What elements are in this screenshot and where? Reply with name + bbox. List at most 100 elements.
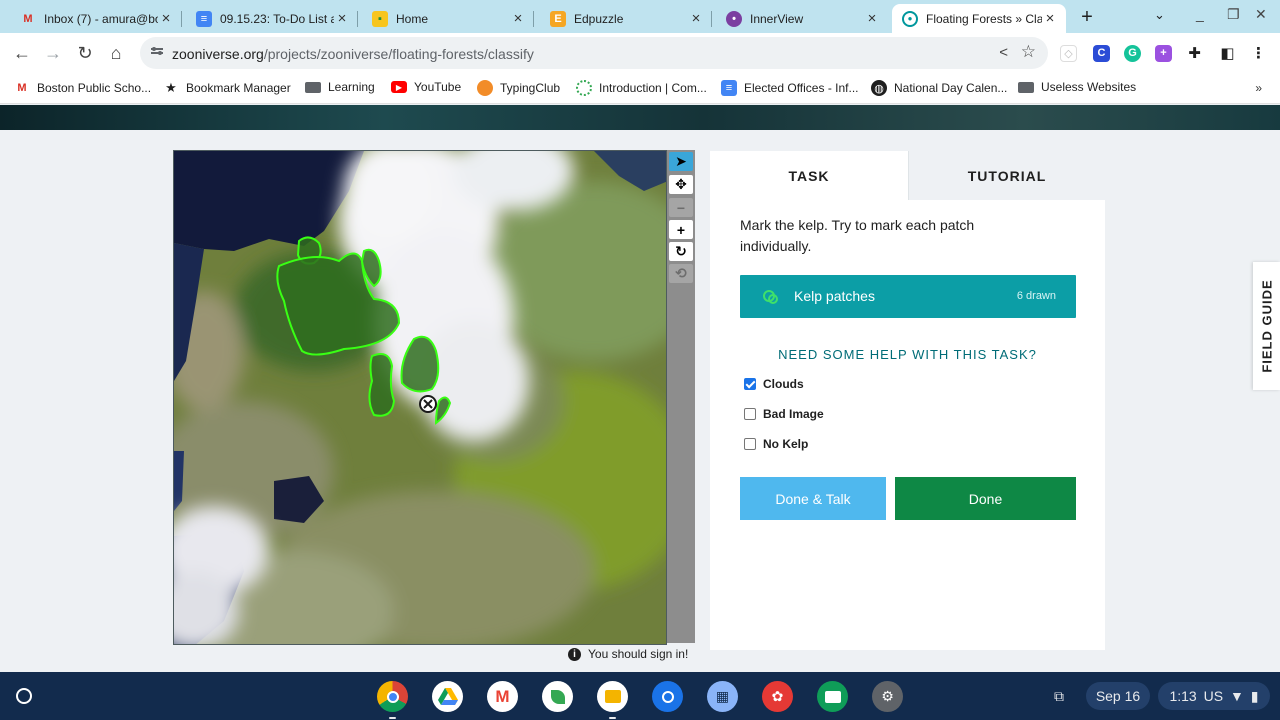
delete-mark-icon[interactable] [419,395,437,413]
no-kelp-checkbox[interactable]: No Kelp [744,437,808,451]
extension-tm-icon[interactable]: + [1155,45,1172,62]
reload-icon[interactable]: ↻ [73,41,97,65]
bookmarks-overflow-icon[interactable]: » [1255,81,1262,95]
bad-image-checkbox[interactable]: Bad Image [744,407,824,421]
clouds-checkbox[interactable]: Clouds [744,377,804,391]
forms-icon[interactable] [817,681,848,712]
drive-icon[interactable] [432,681,463,712]
share-icon[interactable]: < [999,44,1008,61]
image-toolbar: ➤ ✥ − + ↻ ⟲ [667,150,695,643]
tab-edpuzzle[interactable]: E Edpuzzle × [540,4,712,33]
kelp-patch-4[interactable] [368,353,396,417]
tab-separator [711,11,712,27]
folder-icon [305,81,321,93]
tab-separator [181,11,182,27]
checkbox-unchecked[interactable] [744,438,756,450]
header-banner [0,105,1280,130]
kelp-drawn-count: 6 drawn [1016,290,1056,302]
tab-separator [533,11,534,27]
bookmark-star-icon[interactable]: ☆ [1021,42,1036,62]
tab-title: Edpuzzle [574,11,624,26]
bookmark-item[interactable]: ◍ National Day Calen... [871,80,1007,96]
extension-c-icon[interactable]: C [1093,45,1110,62]
info-icon: i [568,647,581,661]
new-tab-button[interactable]: + [1076,6,1098,29]
chevron-down-icon[interactable]: ⌄ [1154,7,1165,23]
globe-icon: ◍ [871,80,887,96]
close-icon[interactable]: × [158,10,174,27]
checkbox-checked[interactable] [744,378,756,390]
docs-icon: ≡ [196,10,212,27]
subject-canvas[interactable] [174,151,667,645]
docs-icon: ≡ [721,80,737,96]
paint-icon[interactable]: ✿ [762,681,793,712]
kelp-tool-icon [763,290,778,304]
classroom-icon[interactable] [542,681,573,712]
youtube-icon: ▶ [391,81,407,93]
wifi-icon: ▼ [1230,688,1244,704]
folder-icon [1018,81,1034,93]
minimize-icon[interactable]: _ [1196,6,1204,22]
site-info-icon[interactable] [150,45,164,59]
zoom-out-icon[interactable]: − [669,198,693,217]
browser-toolbar: ← → ↻ ⌂ zooniverse.org/projects/zooniver… [0,33,1280,73]
address-bar[interactable]: zooniverse.org/projects/zooniverse/float… [140,37,1048,69]
tote-icon[interactable]: ⧉ [1044,682,1074,710]
chrome-icon[interactable] [377,681,408,719]
tab-docs[interactable]: ≡ 09.15.23: To-Do List a × [186,4,358,33]
bookmark-item[interactable]: TypingClub [477,80,560,96]
bookmark-item[interactable]: ▶ YouTube [391,80,461,94]
reset-icon[interactable]: ⟲ [669,264,693,283]
bookmark-item[interactable]: Useless Websites [1018,80,1136,94]
typingclub-icon [477,80,493,96]
shield-icon[interactable]: ◇ [1060,45,1077,62]
close-window-icon[interactable]: ✕ [1255,6,1267,23]
slides-icon[interactable] [597,681,628,719]
side-panel-icon[interactable]: ◧ [1219,45,1236,62]
status-tray[interactable]: 1:13 US ▼ ▮ [1158,682,1270,710]
field-guide-tab[interactable]: FIELD GUIDE [1253,262,1280,390]
bookmark-item[interactable]: Learning [305,80,375,94]
classroom-icon: ▪ [372,10,388,27]
move-icon[interactable]: ✥ [669,175,693,194]
checkbox-unchecked[interactable] [744,408,756,420]
zoom-in-icon[interactable]: + [669,220,693,239]
camera-icon[interactable] [652,681,683,712]
tab-gmail[interactable]: M Inbox (7) - amura@bo × [10,4,182,33]
bookmark-item[interactable]: ≡ Elected Offices - Inf... [721,80,859,96]
bookmark-item[interactable]: ★ Bookmark Manager [163,80,291,96]
pointer-icon[interactable]: ➤ [669,152,693,171]
close-icon[interactable]: × [510,10,526,27]
tab-tutorial[interactable]: TUTORIAL [908,151,1105,200]
tab-title: Inbox (7) - amura@bo [44,11,158,26]
close-icon[interactable]: × [334,10,350,27]
back-icon[interactable]: ← [10,41,34,65]
bookmark-item[interactable]: Introduction | Com... [576,80,707,96]
rotate-icon[interactable]: ↻ [669,242,693,261]
tab-classroom[interactable]: ▪ Home × [362,4,534,33]
satellite-image[interactable] [173,150,667,645]
close-icon[interactable]: × [864,10,880,27]
grammarly-icon[interactable]: G [1124,45,1141,62]
tab-floating-forests[interactable]: ● Floating Forests » Cla × [892,4,1066,33]
gmail-icon[interactable]: M [487,681,518,712]
done-and-talk-button[interactable]: Done & Talk [740,477,886,520]
tab-innerview[interactable]: • InnerView × [716,4,888,33]
extensions-puzzle-icon[interactable]: ✚ [1186,45,1203,62]
forward-icon[interactable]: → [41,41,65,65]
date-pill[interactable]: Sep 16 [1086,682,1150,710]
home-icon[interactable]: ⌂ [104,41,128,65]
launcher-icon[interactable] [16,688,32,704]
kelp-patches-tool-button[interactable]: Kelp patches 6 drawn [740,275,1076,318]
tab-task[interactable]: TASK [710,151,908,200]
restore-icon[interactable]: ❐ [1227,6,1240,23]
bookmark-item[interactable]: M Boston Public Scho... [14,80,151,96]
menu-icon[interactable]: ⋮ [1250,45,1267,62]
settings-icon[interactable]: ⚙ [872,681,903,712]
close-icon[interactable]: × [1042,10,1058,27]
done-button[interactable]: Done [895,477,1076,520]
close-icon[interactable]: × [688,10,704,27]
gmail-icon: M [17,82,27,94]
print-icon[interactable]: ▦ [707,681,738,712]
course-icon [576,80,592,96]
